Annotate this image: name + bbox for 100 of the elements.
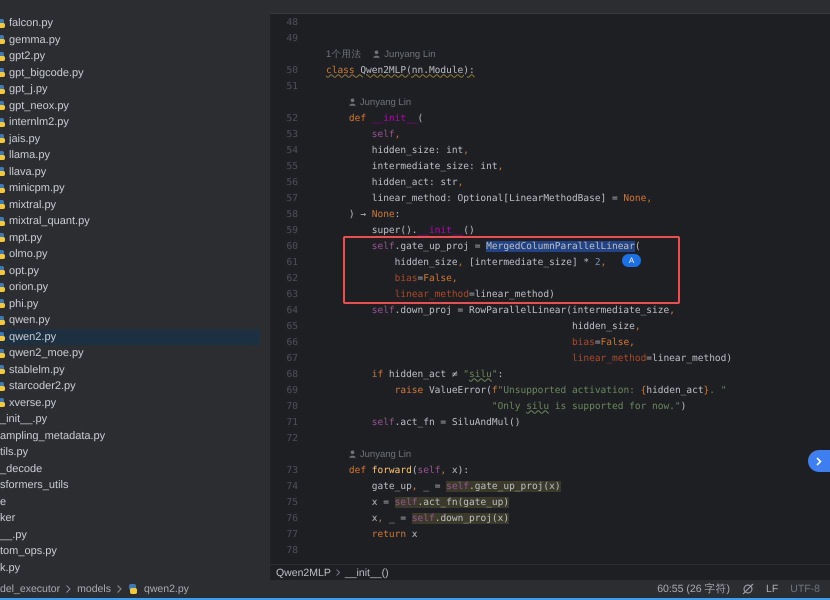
python-file-icon: [0, 233, 6, 242]
python-file-icon: [128, 584, 138, 594]
code-line: linear_method: Optional[LinearMethodBase] = None,: [370, 192, 652, 204]
person-icon: [348, 98, 356, 106]
person-icon: [348, 450, 356, 458]
python-file-icon: [0, 118, 6, 127]
code-line: hidden_size: int,: [370, 144, 470, 156]
code-line: bias=False,: [570, 336, 635, 348]
file-item[interactable]: phi.py: [0, 296, 260, 312]
file-item[interactable]: olmo.py: [0, 246, 260, 262]
file-item[interactable]: llama.py: [0, 147, 260, 164]
code-line: return x: [370, 528, 418, 540]
file-item[interactable]: sformers_utils: [0, 477, 260, 494]
file-item[interactable]: llava.py: [0, 164, 260, 180]
python-file-icon: [0, 200, 6, 210]
file-item[interactable]: gpt2.py: [0, 48, 260, 64]
file-item[interactable]: jais.py: [0, 130, 260, 147]
code-line: gate_up, _ = self.gate_up_proj(x): [370, 480, 561, 492]
code-line: self,: [370, 128, 400, 140]
code-line: linear_method=linear_method): [394, 288, 555, 300]
file-item[interactable]: tils.py: [0, 444, 260, 460]
file-item[interactable]: gemma.py: [0, 32, 260, 48]
python-file-icon: [0, 184, 6, 193]
chevron-icon: [336, 569, 340, 576]
file-item[interactable]: e: [0, 494, 260, 510]
file-item[interactable]: mixtral.py: [0, 196, 260, 213]
code-line: hidden_size, [intermediate_size] * 2,: [394, 256, 606, 268]
path-item[interactable]: del_executor: [0, 583, 60, 595]
code-line: raise ValueError(f"Unsupported activation: {hidden_act}. ": [394, 384, 726, 396]
file-item[interactable]: ker: [0, 510, 260, 526]
file-item[interactable]: _decode: [0, 460, 260, 477]
code-line: self.act_fn = SiluAndMul(): [370, 416, 520, 428]
file-item[interactable]: stablelm.py: [0, 362, 260, 378]
breadcrumb-item[interactable]: Qwen2MLP: [276, 566, 331, 578]
breadcrumb-item[interactable]: __init__(): [344, 566, 389, 578]
file-item[interactable]: mpt.py: [0, 230, 260, 246]
code-line: hidden_size,: [570, 320, 641, 332]
python-file-icon: [0, 348, 6, 358]
expand-button[interactable]: [808, 450, 830, 472]
code-line: def forward(self, x):: [348, 464, 470, 476]
python-file-icon: [0, 52, 6, 61]
python-file-icon: [0, 167, 6, 176]
code-line: hidden_act: str,: [370, 176, 464, 188]
file-item[interactable]: qwen2_moe.py: [0, 345, 260, 362]
python-file-icon: [0, 332, 6, 342]
file-item[interactable]: ampling_metadata.py: [0, 428, 260, 444]
python-file-icon: [0, 150, 6, 160]
code-line: linear_method=linear_method): [570, 352, 732, 364]
file-item[interactable]: orion.py: [0, 279, 260, 296]
python-file-icon: [0, 365, 6, 374]
chevron-icon: [116, 585, 122, 593]
python-file-icon: [0, 316, 6, 325]
file-item[interactable]: qwen.py: [0, 312, 260, 328]
python-file-icon: [0, 250, 6, 259]
code-line: super().__init__(): [370, 224, 475, 236]
file-item[interactable]: xverse.py: [0, 394, 260, 411]
line-separator[interactable]: LF: [766, 583, 778, 595]
python-file-icon: [0, 84, 6, 94]
file-item[interactable]: tom_ops.py: [0, 543, 260, 560]
path-item[interactable]: qwen2.py: [144, 583, 189, 595]
file-item[interactable]: k.py: [0, 560, 260, 576]
python-file-icon: [0, 282, 6, 292]
python-file-icon: [0, 68, 6, 78]
code-line: def __init__(: [348, 112, 424, 124]
file-item[interactable]: mixtral_quant.py: [0, 213, 260, 230]
person-icon: [373, 50, 380, 58]
file-item[interactable]: starcoder2.py: [0, 378, 260, 394]
code-line: x, _ = self.down_proj(x): [370, 512, 510, 524]
python-file-icon: [0, 398, 6, 408]
file-item[interactable]: __.py: [0, 526, 260, 543]
code-line: if hidden_act ≠ "silu":: [370, 368, 504, 380]
file-item[interactable]: gpt_j.py: [0, 81, 260, 98]
file-item[interactable]: gpt_neox.py: [0, 98, 260, 114]
python-file-icon: [0, 134, 6, 144]
file-item[interactable]: qwen2.py: [0, 328, 260, 345]
file-item[interactable]: opt.py: [0, 262, 260, 279]
file-item[interactable]: _init__.py: [0, 411, 260, 428]
chevron-icon: [816, 456, 822, 466]
file-item[interactable]: gpt_bigcode.py: [0, 64, 260, 81]
python-file-icon: [0, 35, 6, 44]
code-line: class Qwen2MLP(nn.Module):: [326, 64, 475, 76]
python-file-icon: [0, 382, 6, 391]
user-badge: A: [622, 254, 641, 267]
code-line: self.gate_up_proj = MergedColumnParallelLinear(: [370, 240, 641, 252]
code-line: "Only silu is supported for now."): [490, 400, 686, 412]
code-line: ) → None:: [348, 208, 400, 220]
code-line: bias=False,: [394, 272, 458, 284]
file-item[interactable]: internlm2.py: [0, 114, 260, 130]
python-file-icon: [0, 299, 6, 308]
file-item[interactable]: falcon.py: [0, 15, 260, 32]
python-file-icon: [0, 216, 6, 226]
cursor-position[interactable]: 60:55 (26 字符): [657, 582, 730, 596]
usages-hint[interactable]: 1个用法: [326, 48, 362, 60]
python-file-icon: [0, 101, 6, 110]
python-file-icon: [0, 18, 6, 28]
chevron-icon: [66, 585, 72, 593]
path-item[interactable]: models: [77, 583, 111, 595]
code-line: intermediate_size: int,: [370, 160, 504, 172]
code-line: x = self.act_fn(gate_up): [370, 496, 510, 508]
file-item[interactable]: minicpm.py: [0, 180, 260, 196]
